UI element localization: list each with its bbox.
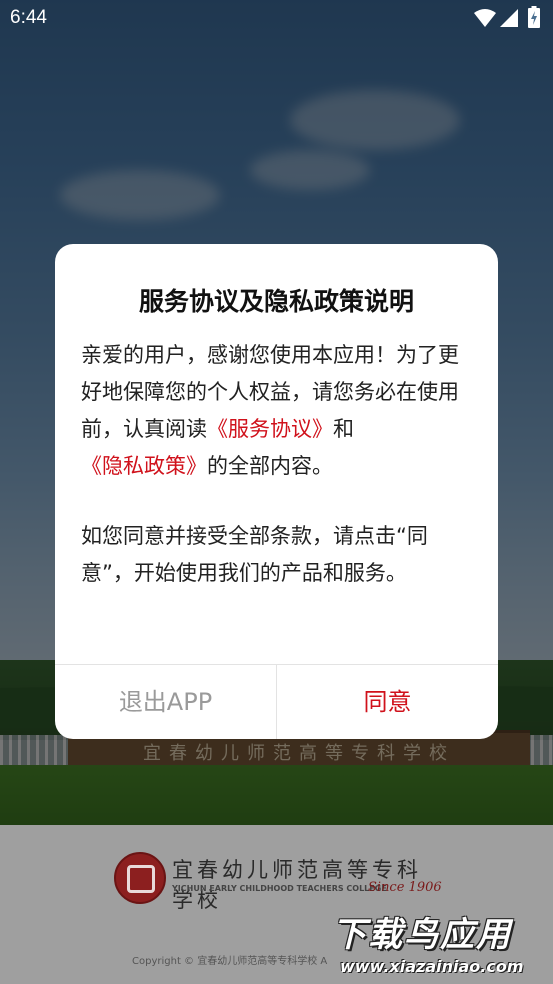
dialog-text: 和 (333, 417, 354, 441)
watermark: 下载鸟应用 www.xiazainiao.com (332, 905, 550, 981)
watermark-main: 下载鸟应用 (332, 915, 512, 955)
dialog-text: 的全部内容。 (207, 454, 333, 478)
wifi-icon (474, 9, 496, 27)
school-since: Since 1906 (368, 880, 442, 895)
school-logo: 宜春幼儿师范高等专科学校 YICHUN EARLY CHILDHOOD TEAC… (114, 852, 444, 912)
dialog-paragraph-1: 亲爱的用户，感谢您使用本应用！为了更好地保障您的个人权益，请您务必在使用前，认真… (81, 337, 473, 485)
dialog-body: 亲爱的用户，感谢您使用本应用！为了更好地保障您的个人权益，请您务必在使用前，认真… (81, 337, 473, 592)
dialog-paragraph-2: 如您同意并接受全部条款，请点击“同意”，开始使用我们的产品和服务。 (81, 524, 428, 585)
battery-charging-icon (528, 6, 540, 28)
exit-app-button[interactable]: 退出APP (55, 665, 276, 739)
status-time: 6:44 (10, 7, 47, 28)
status-bar: 6:44 (0, 0, 553, 38)
dialog-title: 服务协议及隐私政策说明 (138, 287, 414, 316)
school-name-en: YICHUN EARLY CHILDHOOD TEACHERS COLLEGE (172, 884, 387, 893)
privacy-policy-link[interactable]: 《隐私政策》 (81, 454, 207, 478)
school-emblem-icon (114, 852, 166, 904)
agree-button[interactable]: 同意 (277, 665, 498, 739)
copyright-text: Copyright © 宜春幼儿师范高等专科学校 A (132, 956, 328, 967)
service-agreement-link[interactable]: 《服务协议》 (207, 417, 333, 441)
watermark-url: www.xiazainiao.com (340, 957, 524, 976)
privacy-dialog: 服务协议及隐私政策说明 亲爱的用户，感谢您使用本应用！为了更好地保障您的个人权益… (55, 244, 498, 739)
signal-icon (500, 9, 518, 27)
